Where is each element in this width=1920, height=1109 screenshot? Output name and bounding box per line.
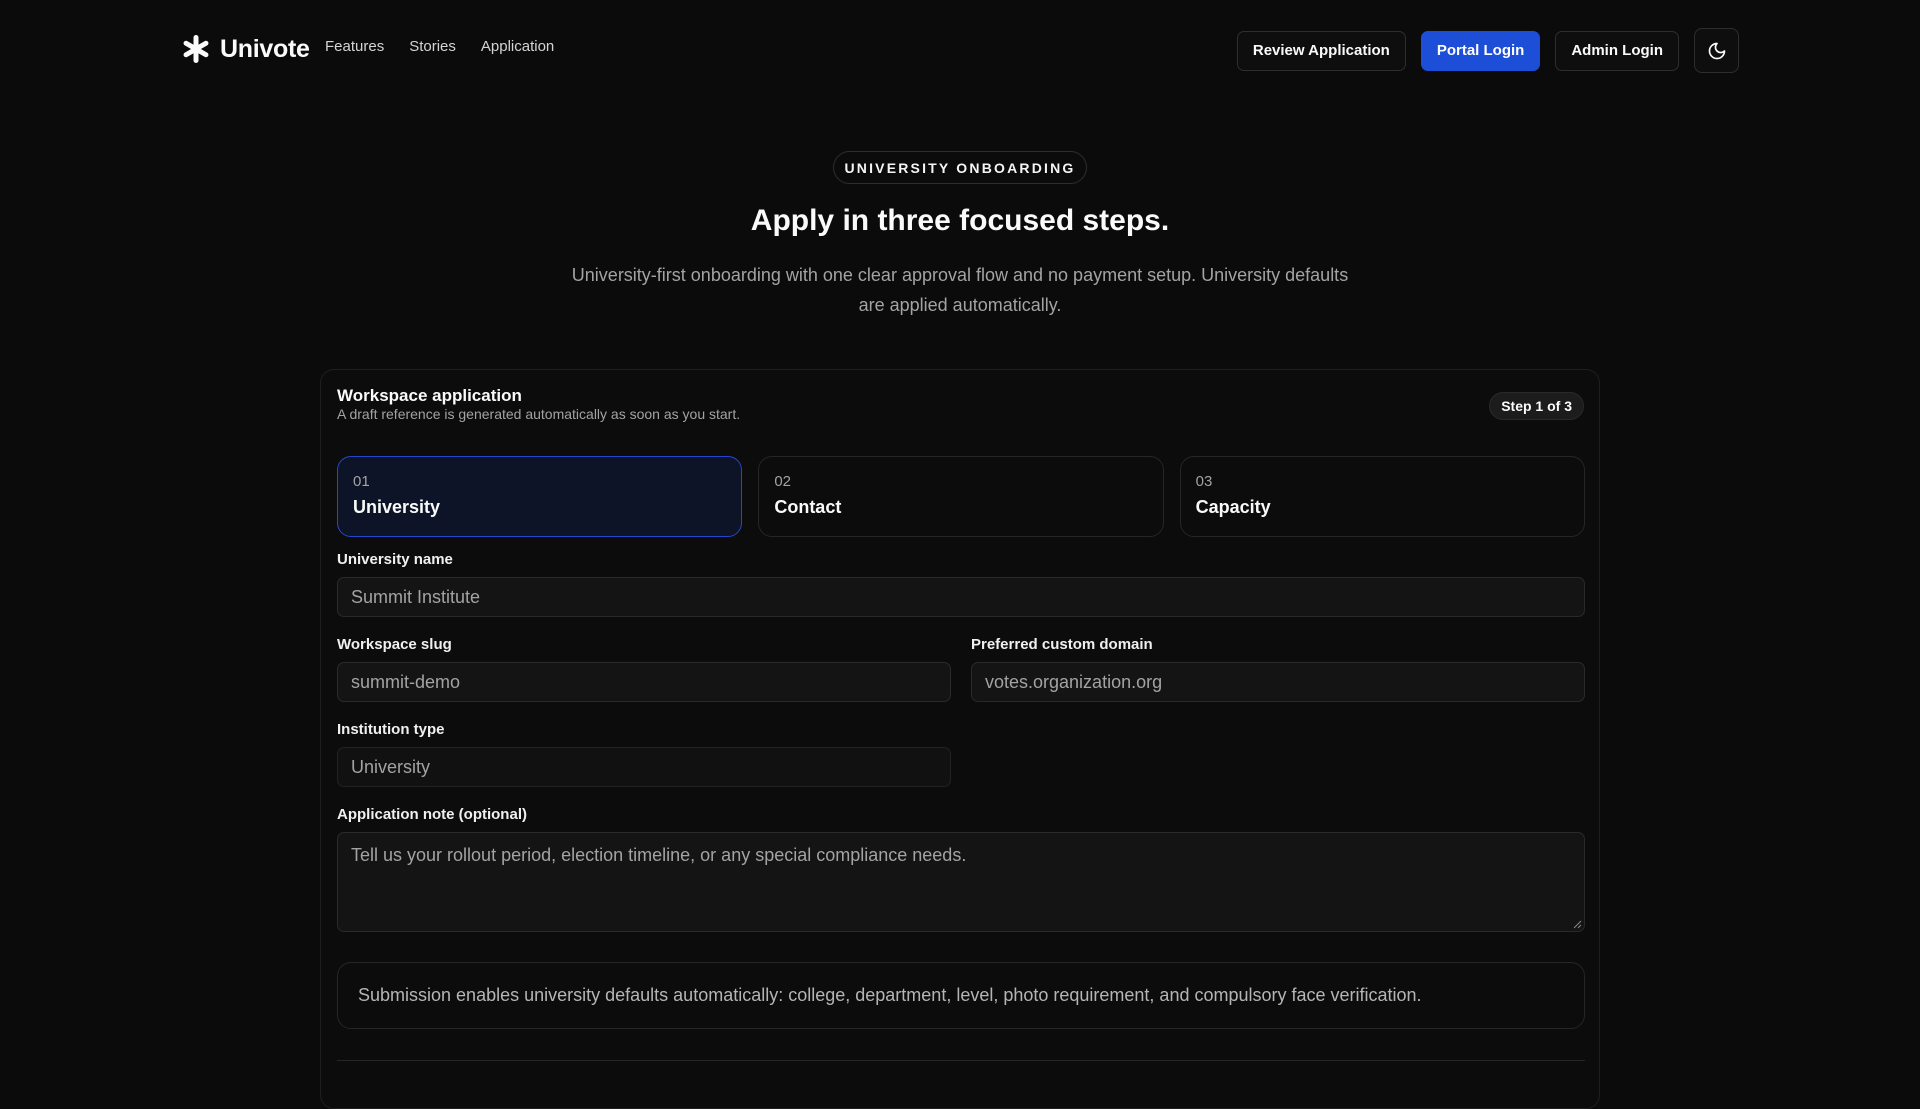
nav-link-application[interactable]: Application — [481, 38, 554, 55]
card-description: A draft reference is generated automatic… — [337, 406, 741, 422]
step-number: 01 — [353, 473, 370, 490]
top-nav: Univote Features Stories Application Rev… — [0, 0, 1920, 98]
brand-name: Univote — [220, 34, 310, 63]
step-label: Contact — [774, 497, 842, 517]
step-tab-capacity[interactable]: 03 Capacity — [1179, 456, 1585, 537]
card-title: Workspace application — [337, 386, 522, 405]
step-number: 02 — [774, 473, 792, 490]
step-number: 03 — [1195, 473, 1213, 490]
review-application-button[interactable]: Review Application — [1236, 30, 1406, 71]
page-title: Apply in three focused steps. — [750, 204, 1170, 237]
application-note-label: Application note (optional) — [337, 806, 527, 823]
step-tab-contact[interactable]: 02 Contact — [758, 456, 1164, 537]
nav-links: Features Stories Application — [325, 38, 554, 55]
application-note-placeholder: Tell us your rollout period, election ti… — [351, 845, 967, 865]
portal-login-button[interactable]: Portal Login — [1420, 30, 1541, 71]
workspace-slug-label: Workspace slug — [337, 636, 452, 653]
moon-icon — [1708, 42, 1725, 59]
custom-domain-input[interactable]: votes.organization.org — [971, 662, 1585, 702]
resize-handle-icon[interactable] — [1572, 919, 1582, 929]
university-name-label: University name — [337, 551, 453, 568]
custom-domain-label: Preferred custom domain — [971, 636, 1153, 653]
university-name-input[interactable]: Summit Institute — [337, 577, 1585, 617]
application-note-textarea[interactable]: Tell us your rollout period, election ti… — [337, 832, 1585, 932]
step-tab-university[interactable]: 01 University — [337, 456, 743, 537]
eyebrow-badge: UNIVERSITY ONBOARDING — [833, 151, 1087, 184]
nav-link-features[interactable]: Features — [325, 38, 384, 55]
step-label: Capacity — [1195, 497, 1271, 517]
application-card: Workspace application A draft reference … — [320, 369, 1600, 1109]
page-subtitle: University-first onboarding with one cle… — [571, 265, 1349, 315]
divider — [337, 1060, 1585, 1061]
defaults-notice: Submission enables university defaults a… — [337, 962, 1585, 1029]
step-label: University — [353, 497, 441, 517]
step-badge: Step 1 of 3 — [1489, 392, 1584, 420]
step-tabs: 01 University 02 Contact 03 Capacity — [337, 456, 1585, 537]
asterisk-icon — [183, 35, 209, 63]
workspace-slug-input[interactable]: summit-demo — [337, 662, 951, 702]
nav-actions: Review Application Portal Login Admin Lo… — [1236, 28, 1739, 73]
institution-type-label: Institution type — [337, 721, 445, 738]
institution-type-field: University — [337, 747, 951, 787]
brand[interactable]: Univote — [180, 30, 310, 68]
nav-link-stories[interactable]: Stories — [409, 38, 456, 55]
theme-toggle-button[interactable] — [1694, 28, 1739, 73]
admin-login-button[interactable]: Admin Login — [1555, 30, 1679, 71]
